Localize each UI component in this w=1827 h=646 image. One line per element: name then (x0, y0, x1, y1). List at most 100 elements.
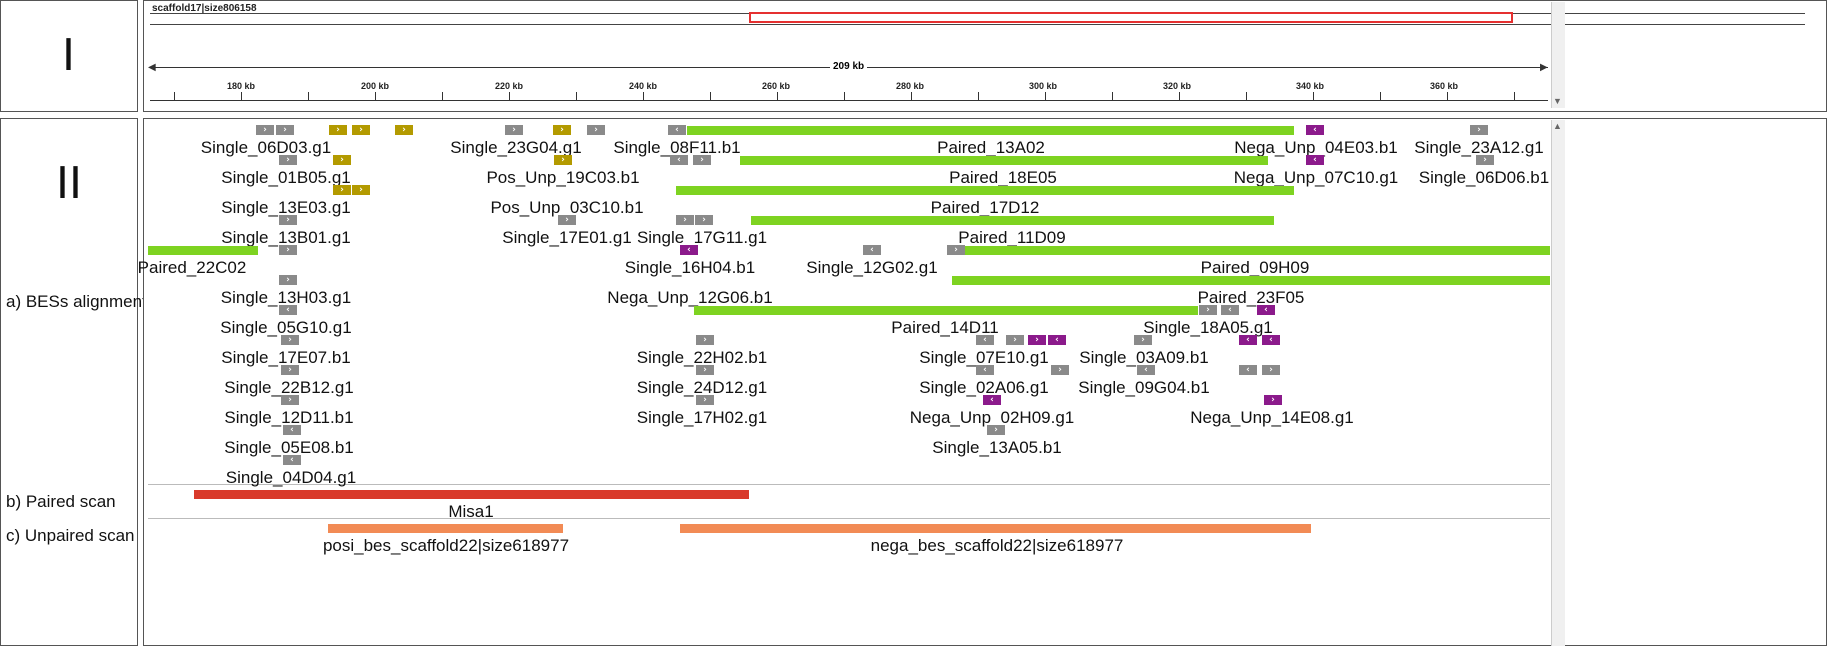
forward-chevron-icon[interactable]: › (696, 335, 714, 345)
panel-i-label: I (62, 30, 75, 81)
track-scroll-up-icon[interactable]: ▲ (1553, 121, 1562, 131)
forward-chevron-icon[interactable]: › (696, 395, 714, 405)
track-separator-2 (148, 518, 1550, 519)
paired-bes-bar[interactable] (962, 246, 1550, 255)
bes-feature-label: Single_04D04.g1 (225, 468, 357, 487)
forward-chevron-icon[interactable]: › (505, 125, 523, 135)
forward-chevron-icon[interactable]: › (352, 185, 370, 195)
forward-chevron-icon[interactable]: › (333, 155, 351, 165)
forward-chevron-icon[interactable]: › (987, 425, 1005, 435)
reverse-chevron-icon[interactable]: ‹ (1306, 155, 1324, 165)
track-scrollbar[interactable] (1551, 120, 1565, 646)
misa-feature[interactable] (194, 490, 749, 499)
ruler-tick-label: 320 kb (1162, 81, 1192, 91)
forward-chevron-icon[interactable]: › (256, 125, 274, 135)
forward-chevron-icon[interactable]: › (1199, 305, 1217, 315)
ruler-tick-label: 220 kb (494, 81, 524, 91)
bes-feature-label: Paired_17D12 (930, 198, 1040, 217)
forward-chevron-icon[interactable]: › (333, 185, 351, 195)
ruler-tick-label: 300 kb (1028, 81, 1058, 91)
reverse-chevron-icon[interactable]: ‹ (1262, 335, 1280, 345)
nega-unpaired-feature[interactable] (680, 524, 1311, 533)
track-label-paired: b) Paired scan (6, 492, 116, 511)
forward-chevron-icon[interactable]: › (693, 155, 711, 165)
forward-chevron-icon[interactable]: › (281, 335, 299, 345)
ruler-tick (308, 92, 309, 100)
forward-chevron-icon[interactable]: › (281, 365, 299, 375)
reverse-chevron-icon[interactable]: ‹ (668, 125, 686, 135)
forward-chevron-icon[interactable]: › (1134, 335, 1152, 345)
forward-chevron-icon[interactable]: › (1051, 365, 1069, 375)
forward-chevron-icon[interactable]: › (587, 125, 605, 135)
reverse-chevron-icon[interactable]: ‹ (983, 395, 1001, 405)
paired-bes-bar[interactable] (694, 306, 1198, 315)
region-of-interest-box[interactable] (749, 12, 1513, 23)
forward-chevron-icon[interactable]: › (696, 365, 714, 375)
forward-chevron-icon[interactable]: › (558, 215, 576, 225)
ruler-scroll-down-icon[interactable]: ▼ (1553, 96, 1562, 106)
forward-chevron-icon[interactable]: › (695, 215, 713, 225)
forward-chevron-icon[interactable]: › (676, 215, 694, 225)
paired-bes-bar[interactable] (751, 216, 1274, 225)
ruler-scrollbar[interactable] (1551, 2, 1565, 108)
forward-chevron-icon[interactable]: › (1028, 335, 1046, 345)
span-arrow-right-icon: ▶ (1540, 62, 1548, 73)
forward-chevron-icon[interactable]: › (279, 155, 297, 165)
ruler-tick (1246, 92, 1247, 100)
forward-chevron-icon[interactable]: › (329, 125, 347, 135)
paired-bes-bar[interactable] (676, 186, 1294, 195)
ruler-tick-label: 280 kb (895, 81, 925, 91)
misa-label: Misa1 (448, 502, 494, 521)
forward-chevron-icon[interactable]: › (1470, 125, 1488, 135)
ruler-tick (777, 92, 778, 100)
reverse-chevron-icon[interactable]: ‹ (976, 335, 994, 345)
bes-feature-label: Single_13A05.b1 (932, 438, 1062, 457)
forward-chevron-icon[interactable]: › (352, 125, 370, 135)
ruler-tick (174, 92, 175, 100)
bes-feature-label: Single_16H04.b1 (624, 258, 756, 277)
paired-bes-bar[interactable] (952, 276, 1550, 285)
paired-bes-bar[interactable] (740, 156, 1268, 165)
reverse-chevron-icon[interactable]: ‹ (976, 365, 994, 375)
reverse-chevron-icon[interactable]: ‹ (283, 455, 301, 465)
reverse-chevron-icon[interactable]: ‹ (1257, 305, 1275, 315)
posi-unpaired-feature[interactable] (328, 524, 563, 533)
reverse-chevron-icon[interactable]: ‹ (670, 155, 688, 165)
forward-chevron-icon[interactable]: › (554, 155, 572, 165)
forward-chevron-icon[interactable]: › (395, 125, 413, 135)
forward-chevron-icon[interactable]: › (1264, 395, 1282, 405)
forward-chevron-icon[interactable]: › (1476, 155, 1494, 165)
ruler-tick-label: 240 kb (628, 81, 658, 91)
bes-feature-label: Nega_Unp_14E08.g1 (1190, 408, 1354, 427)
forward-chevron-icon[interactable]: › (279, 245, 297, 255)
reverse-chevron-icon[interactable]: ‹ (1221, 305, 1239, 315)
forward-chevron-icon[interactable]: › (1006, 335, 1024, 345)
reverse-chevron-icon[interactable]: ‹ (680, 245, 698, 255)
ruler-tick (978, 92, 979, 100)
paired-bes-bar[interactable] (148, 246, 258, 255)
bes-feature-label: Single_17H02.g1 (636, 408, 768, 427)
ruler-tick (1447, 92, 1448, 100)
reverse-chevron-icon[interactable]: ‹ (863, 245, 881, 255)
reverse-chevron-icon[interactable]: ‹ (1239, 365, 1257, 375)
forward-chevron-icon[interactable]: › (553, 125, 571, 135)
reverse-chevron-icon[interactable]: ‹ (279, 305, 297, 315)
bes-feature-label: Nega_Unp_07C10.g1 (1233, 168, 1399, 187)
reverse-chevron-icon[interactable]: ‹ (1137, 365, 1155, 375)
forward-chevron-icon[interactable]: › (279, 275, 297, 285)
ruler-tick (1313, 92, 1314, 100)
bes-feature-label: Single_17E01.g1 (502, 228, 632, 247)
forward-chevron-icon[interactable]: › (947, 245, 965, 255)
paired-bes-bar[interactable] (687, 126, 1294, 135)
track-label-unpaired: c) Unpaired scan (6, 526, 135, 545)
reverse-chevron-icon[interactable]: ‹ (283, 425, 301, 435)
reverse-chevron-icon[interactable]: ‹ (1306, 125, 1324, 135)
reverse-chevron-icon[interactable]: ‹ (1048, 335, 1066, 345)
forward-chevron-icon[interactable]: › (281, 395, 299, 405)
forward-chevron-icon[interactable]: › (1262, 365, 1280, 375)
ruler-tick (442, 92, 443, 100)
forward-chevron-icon[interactable]: › (276, 125, 294, 135)
forward-chevron-icon[interactable]: › (279, 215, 297, 225)
bes-feature-label: Pos_Unp_19C03.b1 (486, 168, 640, 187)
reverse-chevron-icon[interactable]: ‹ (1239, 335, 1257, 345)
